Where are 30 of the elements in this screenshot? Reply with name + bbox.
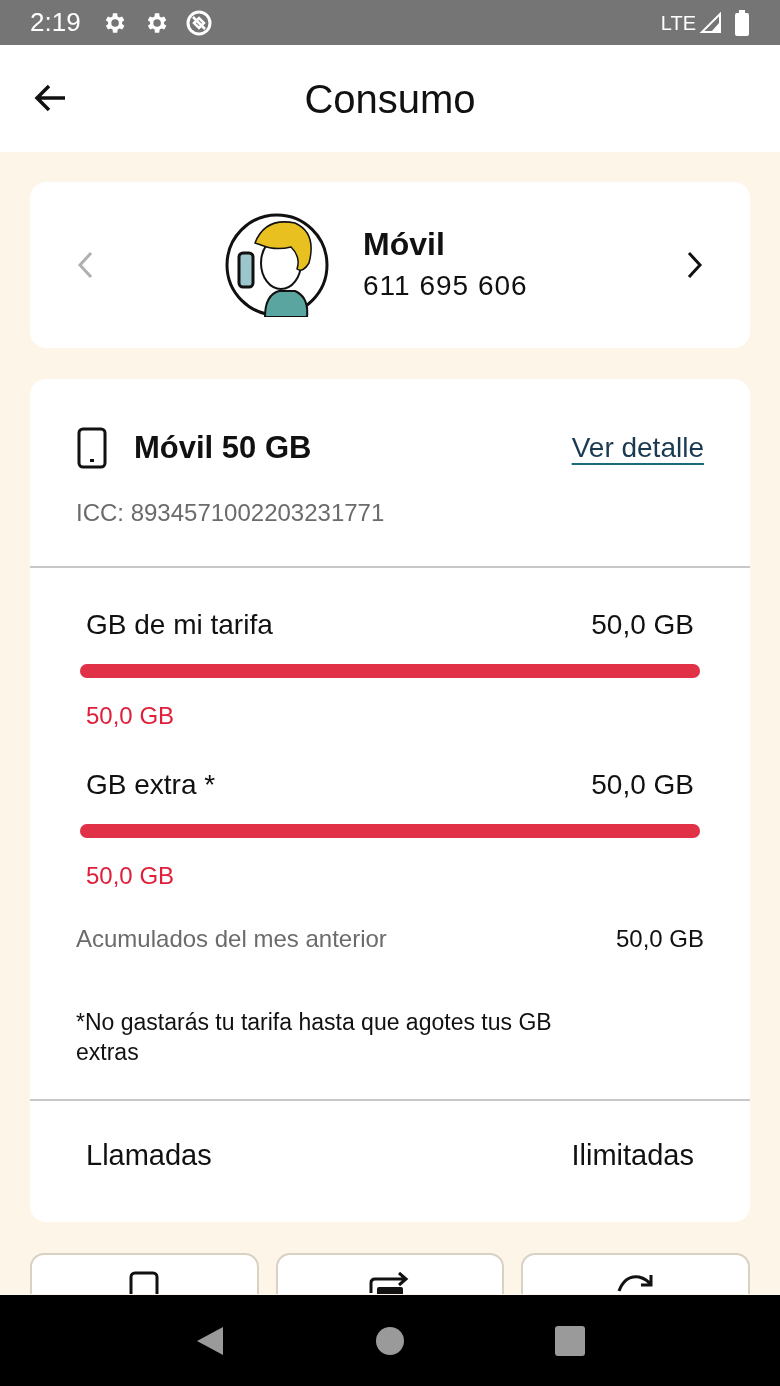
details-link[interactable]: Ver detalle [571,427,704,469]
chevron-right-icon [686,251,704,279]
network-type: LTE [660,10,696,36]
meter-total: 50,0 GB [591,768,694,802]
sync-off-icon [184,8,213,37]
battery-icon [734,9,750,36]
chevron-left-icon [76,251,94,279]
plan-title: Móvil 50 GB [134,428,312,467]
meter-label: GB de mi tarifa [86,608,273,642]
meter-total: 50,0 GB [591,608,694,642]
clock: 2:19 [30,6,81,39]
calls-value: Ilimitadas [571,1138,694,1174]
back-arrow-icon [33,83,67,113]
meter-used: 50,0 GB [85,861,176,891]
calls-label: Llamadas [86,1138,212,1174]
home-nav-icon[interactable] [376,1326,404,1355]
page-title: Consumo [304,75,476,123]
meter-used: 50,0 GB [85,701,176,731]
back-nav-icon[interactable] [195,1324,226,1357]
phone-number: 611 695 606 [363,269,528,303]
footnote: *No gastarás tu tarifa hasta que agotes tus GB extras [75,1008,553,1067]
icc-number: ICC: 8934571002203231771 [76,498,386,528]
phone-icon [129,1269,160,1294]
recents-nav-icon[interactable] [554,1325,585,1356]
phone-icon [76,427,108,469]
accumulated-value: 50,0 GB [615,924,704,954]
line-name: Móvil [363,225,446,264]
signal-icon [698,11,722,34]
meter-label: GB extra * [86,768,216,802]
accumulated-label: Acumulados del mes anterior [76,924,387,954]
